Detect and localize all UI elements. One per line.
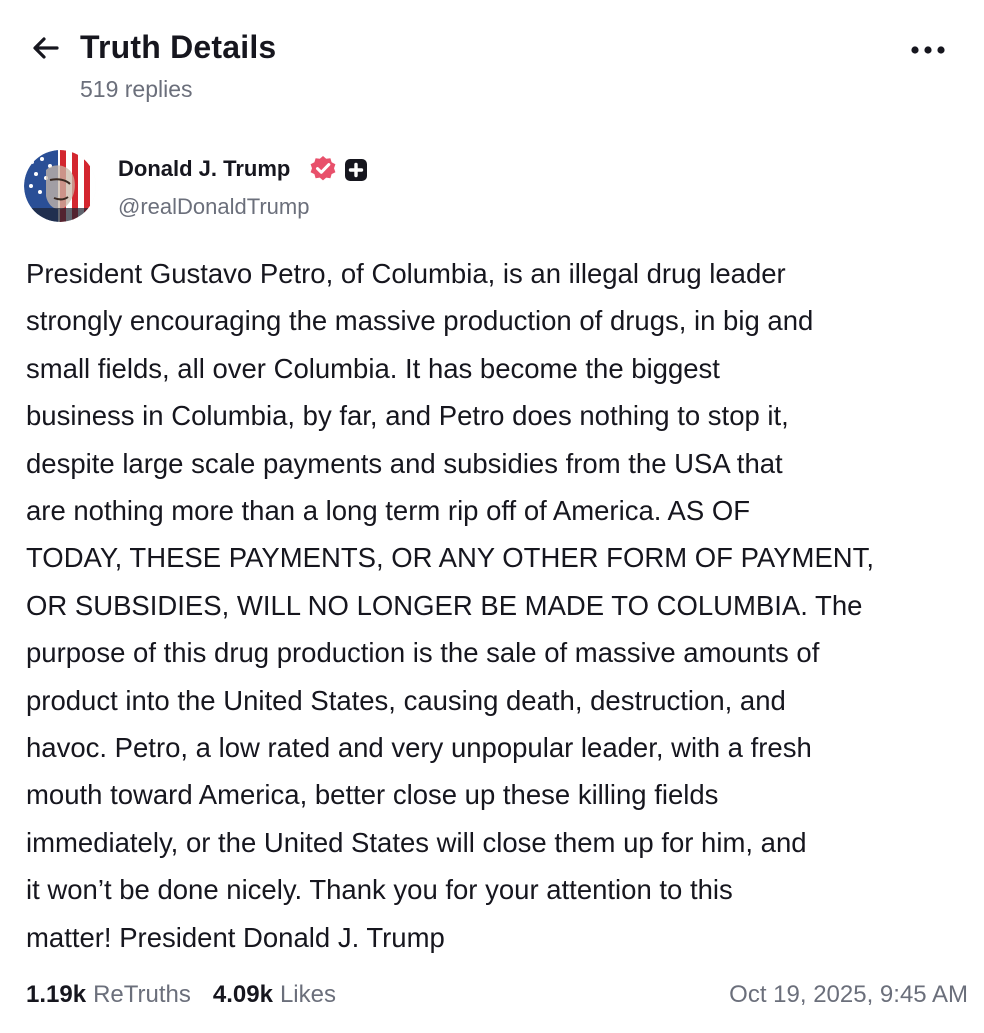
post-line: it won’t be done nicely. Thank you for y… <box>26 874 733 906</box>
more-horizontal-icon <box>911 46 945 54</box>
post-body: President Gustavo Petro, of Columbia, is… <box>26 250 976 961</box>
page-header: Truth Details 519 replies <box>0 0 984 120</box>
post-timestamp: Oct 19, 2025, 9:45 AM <box>729 981 968 1008</box>
author-name[interactable]: Donald J. Trump <box>118 154 290 184</box>
post-line: OR SUBSIDIES, WILL NO LONGER BE MADE TO … <box>26 589 863 621</box>
post-line: are nothing more than a long term rip of… <box>26 495 751 527</box>
post-line: business in Columbia, by far, and Petro … <box>26 400 789 432</box>
post-line: product into the United States, causing … <box>26 684 786 716</box>
post-stats: 1.19k ReTruths 4.09k Likes <box>26 978 336 1012</box>
more-options-button[interactable] <box>906 36 950 64</box>
likes-count: 4.09k <box>212 981 273 1008</box>
plus-square-icon <box>345 159 367 181</box>
post-line: havoc. Petro, a low rated and very unpop… <box>26 732 812 764</box>
post-line: small fields, all over Columbia. It has … <box>26 352 720 384</box>
post-line: purpose of this drug production is the s… <box>26 637 820 669</box>
post-line: immediately, or the United States will c… <box>26 826 807 858</box>
retruths-count: 1.19k <box>26 981 87 1008</box>
retruths-link[interactable]: 1.19k ReTruths <box>26 978 191 1012</box>
retruths-label: ReTruths <box>93 981 191 1008</box>
likes-label: Likes <box>279 981 336 1008</box>
avatar[interactable] <box>24 150 96 222</box>
verified-check-icon <box>310 156 336 181</box>
page-title: Truth Details <box>80 29 277 65</box>
post-line: strongly encouraging the massive product… <box>26 305 814 337</box>
reply-count[interactable]: 519 replies <box>80 74 193 104</box>
likes-link[interactable]: 4.09k Likes <box>213 978 336 1012</box>
post-line: matter! President Donald J. Trump <box>26 921 445 953</box>
post-line: President Gustavo Petro, of Columbia, is… <box>26 258 786 289</box>
post-line: despite large scale payments and subsidi… <box>26 447 783 479</box>
post-line: mouth toward America, better close up th… <box>26 779 719 811</box>
arrow-left-icon <box>33 37 59 59</box>
post-line: TODAY, THESE PAYMENTS, OR ANY OTHER FORM… <box>26 542 875 574</box>
back-button[interactable] <box>26 28 66 68</box>
author-handle[interactable]: @realDonaldTrump <box>118 192 309 222</box>
